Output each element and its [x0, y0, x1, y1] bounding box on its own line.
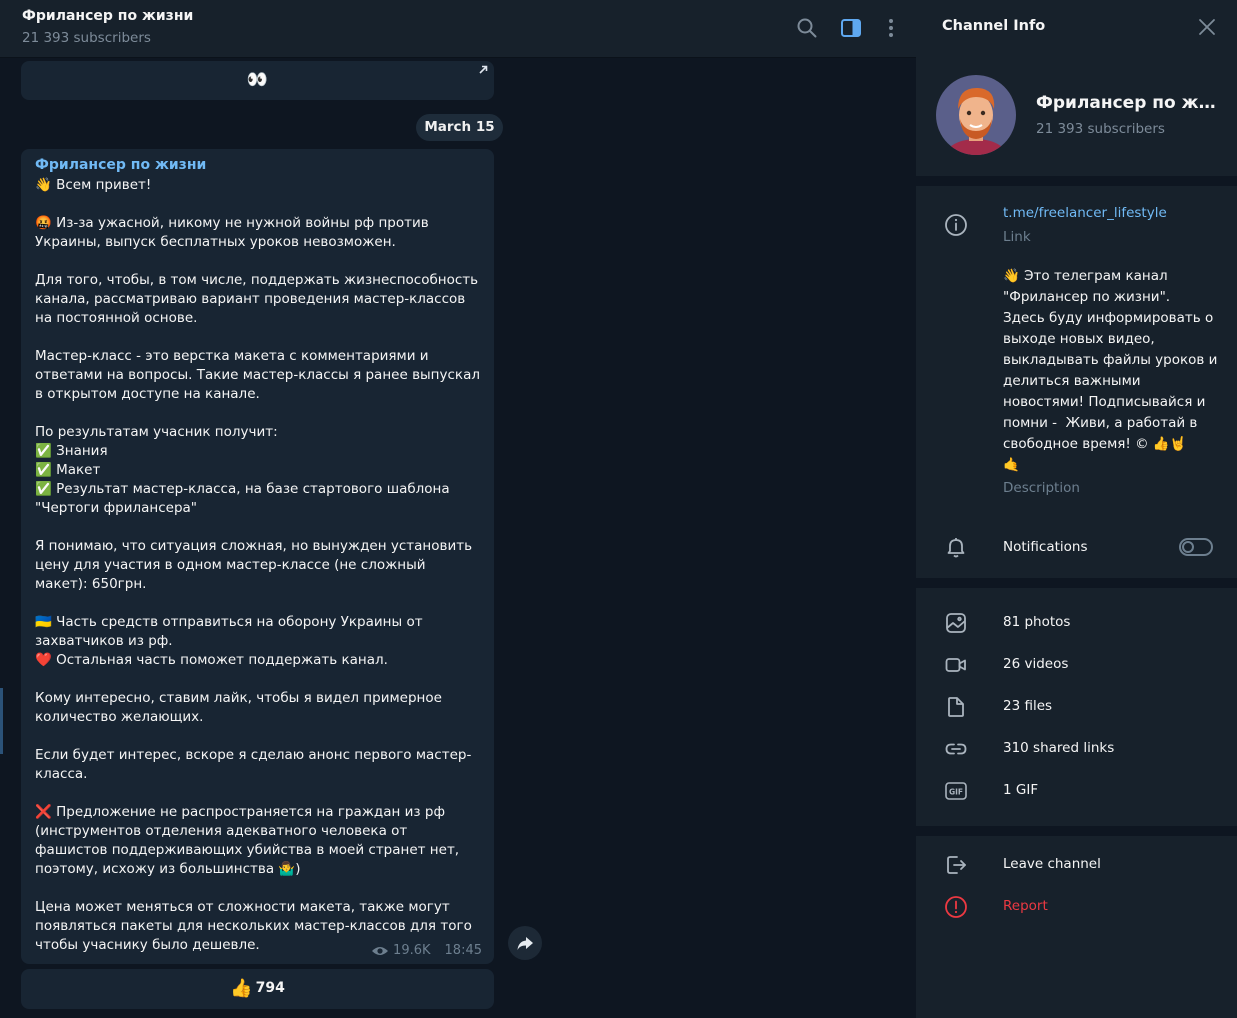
message-views: 19.6K	[393, 943, 431, 958]
chat-area: Фрилансер по жизни 21 393 subscribers 👀 …	[0, 0, 916, 1018]
leave-icon	[944, 853, 968, 877]
expand-icon[interactable]	[477, 64, 489, 76]
notifications-toggle[interactable]	[1179, 538, 1213, 556]
bell-icon	[944, 535, 968, 559]
channel-description: 👋 Это телеграм канал "Фрилансер по жизни…	[1003, 268, 1218, 473]
section-divider	[916, 578, 1237, 588]
channel-avatar[interactable]	[936, 75, 1016, 155]
file-icon	[944, 695, 968, 719]
like-reaction[interactable]: 👍 794	[21, 978, 494, 999]
description-label: Description	[1003, 480, 1080, 496]
previous-message-emoji: 👀	[246, 70, 269, 90]
message-text: 👋 Всем привет! 🤬 Из-за ужасной, никому н…	[35, 177, 480, 953]
channel-link[interactable]: t.me/freelancer_lifestyle	[1003, 205, 1167, 221]
more-menu-icon[interactable]	[879, 16, 903, 40]
link-label: Link	[1003, 229, 1031, 245]
links-count: 310 shared links	[1003, 740, 1115, 756]
previous-message-bubble[interactable]: 👀	[21, 61, 494, 100]
toggle-knob	[1182, 541, 1194, 553]
channel-subscribers: 21 393 subscribers	[1036, 121, 1165, 137]
forward-arrow-icon	[517, 937, 533, 950]
gifs-count: 1 GIF	[1003, 782, 1039, 798]
notifications-label: Notifications	[1003, 539, 1088, 555]
photo-icon	[944, 611, 968, 635]
chat-header[interactable]: Фрилансер по жизни 21 393 subscribers	[0, 0, 916, 58]
gif-icon: GIF	[944, 779, 968, 803]
channel-info-panel: Channel Info Фрилансер по жизни 21 393 s…	[916, 0, 1237, 1018]
message-bubble[interactable]: Фрилансер по жизни 👋 Всем привет! 🤬 Из-з…	[21, 149, 494, 964]
unread-accent-bar	[0, 688, 3, 754]
link-icon	[944, 737, 968, 761]
message-author[interactable]: Фрилансер по жизни	[35, 157, 206, 173]
close-icon[interactable]	[1197, 17, 1217, 37]
message-meta: 19.6K 18:45	[371, 943, 482, 958]
reaction-bar[interactable]: 👍 794	[21, 969, 494, 1009]
channel-name: Фрилансер по жизни	[1036, 93, 1226, 113]
files-count: 23 files	[1003, 698, 1053, 714]
panel-title: Channel Info	[942, 18, 1046, 34]
photos-count: 81 photos	[1003, 614, 1071, 630]
thumbs-up-icon: 👍	[230, 978, 253, 999]
chat-title[interactable]: Фрилансер по жизни	[22, 8, 193, 24]
chat-subscriber-count: 21 393 subscribers	[22, 30, 151, 46]
date-separator: March 15	[416, 114, 503, 141]
reaction-count: 794	[255, 980, 285, 996]
sidebar-toggle-icon[interactable]	[839, 16, 863, 40]
video-icon	[944, 653, 968, 677]
leave-channel-label: Leave channel	[1003, 856, 1101, 872]
report-label: Report	[1003, 898, 1048, 914]
videos-count: 26 videos	[1003, 656, 1069, 672]
search-icon[interactable]	[795, 16, 819, 40]
views-eye-icon	[372, 946, 389, 955]
report-icon	[944, 895, 968, 919]
svg-text:GIF: GIF	[949, 788, 963, 797]
message-time: 18:45	[444, 943, 482, 958]
info-icon	[944, 213, 968, 237]
section-divider	[916, 826, 1237, 836]
forward-button[interactable]	[508, 926, 542, 960]
section-divider	[916, 176, 1237, 186]
